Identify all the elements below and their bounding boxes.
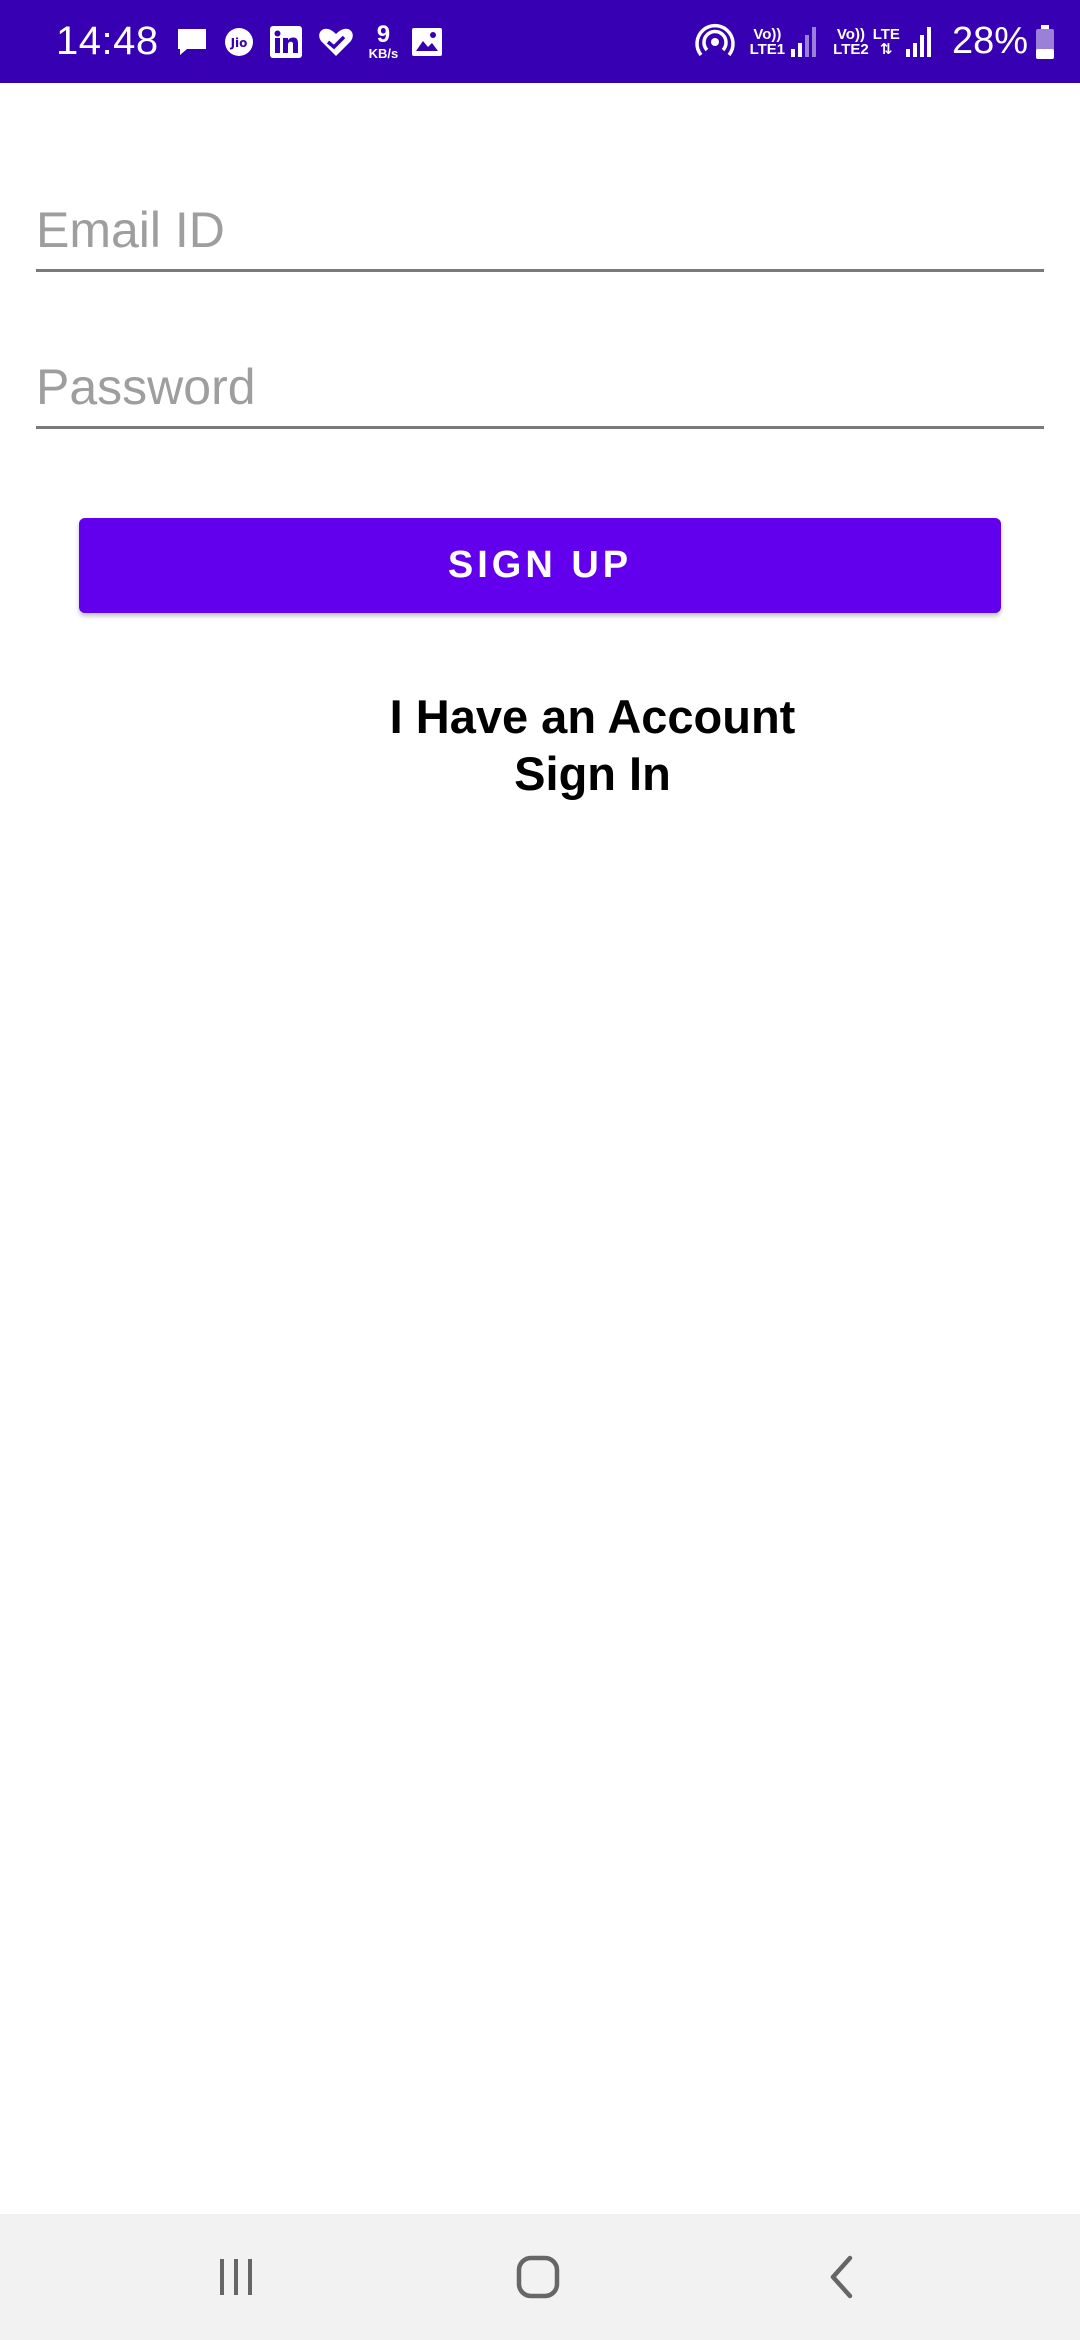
image-icon bbox=[410, 25, 444, 59]
net-speed-unit: KB/s bbox=[368, 46, 399, 61]
signup-screen: 14:48 Jio 9 KB/s Vo)) LTE1 Vo)) LTE2 LTE… bbox=[0, 0, 1080, 2340]
password-field[interactable] bbox=[36, 337, 1044, 429]
status-bar: 14:48 Jio 9 KB/s Vo)) LTE1 Vo)) LTE2 LTE… bbox=[0, 0, 1080, 83]
battery-percent: 28% bbox=[951, 20, 1028, 62]
sim1-top: Vo)) bbox=[753, 25, 782, 43]
sim1-label: Vo)) LTE1 bbox=[750, 27, 786, 57]
home-icon bbox=[516, 2255, 560, 2299]
password-input[interactable] bbox=[36, 358, 1044, 416]
status-left: 14:48 Jio 9 KB/s bbox=[56, 0, 458, 83]
sim2-top: Vo)) bbox=[836, 25, 865, 43]
sim1-bottom: LTE1 bbox=[749, 40, 786, 58]
signal-icon bbox=[789, 25, 819, 59]
signal-icon bbox=[904, 25, 934, 59]
home-button[interactable] bbox=[468, 2214, 608, 2340]
jio-icon: Jio bbox=[223, 26, 255, 58]
recents-button[interactable] bbox=[166, 2214, 306, 2340]
message-icon bbox=[175, 25, 209, 59]
sim2-bottom: LTE2 bbox=[833, 40, 869, 58]
health-icon bbox=[317, 25, 355, 59]
status-time: 14:48 bbox=[56, 19, 159, 63]
sign-up-button[interactable]: SIGN UP bbox=[79, 518, 1001, 613]
email-input[interactable] bbox=[36, 201, 1044, 259]
sim2-type-text: LTE bbox=[872, 25, 900, 43]
sign-in-link-line2: Sign In bbox=[514, 747, 671, 800]
sim2-label: Vo)) LTE2 bbox=[833, 27, 869, 57]
navigation-bar bbox=[0, 2214, 1080, 2340]
back-button[interactable] bbox=[772, 2214, 912, 2340]
net-speed-value: 9 bbox=[376, 21, 391, 48]
email-field[interactable] bbox=[36, 180, 1044, 272]
net-speed: 9 KB/s bbox=[368, 21, 399, 61]
back-icon bbox=[830, 2255, 853, 2299]
status-right: Vo)) LTE1 Vo)) LTE2 LTE ⇅ 28% bbox=[694, 0, 1056, 83]
battery-icon bbox=[1034, 24, 1056, 60]
linkedin-icon bbox=[269, 25, 303, 59]
sign-in-link-line1: I Have an Account bbox=[389, 690, 796, 743]
sign-in-link[interactable]: I Have an Account Sign In bbox=[340, 688, 845, 802]
sim2-type: LTE ⇅ bbox=[873, 27, 900, 57]
hotspot-icon bbox=[694, 22, 736, 62]
svg-text:Jio: Jio bbox=[229, 36, 247, 50]
data-arrows-icon: ⇅ bbox=[880, 40, 893, 58]
recents-icon bbox=[220, 2259, 252, 2295]
